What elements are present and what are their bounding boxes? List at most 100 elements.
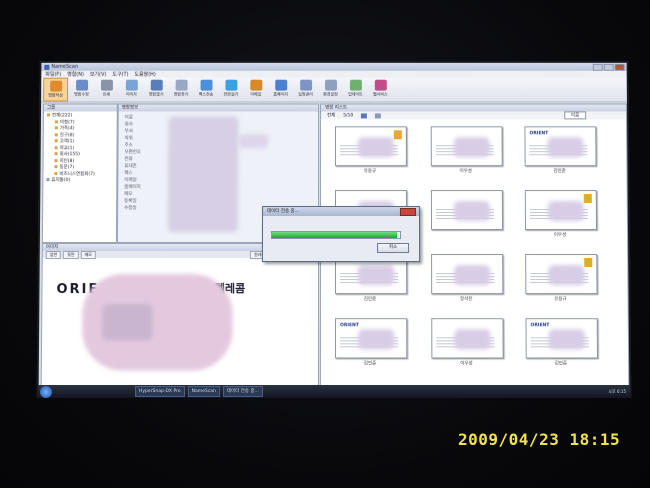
toolbar-button-label: 팩스전송 [198, 91, 214, 97]
image-icon [125, 79, 138, 91]
card-owner-name: 이우성 [460, 361, 473, 367]
card-logo-icon [584, 258, 593, 268]
toolbar-button-label: 명함작성 [48, 92, 63, 98]
toolbar-button[interactable]: 명함수정 [70, 78, 93, 100]
all-cards-button[interactable]: 전체 [327, 112, 335, 118]
toolbar-button[interactable]: 명함찾기 [170, 78, 193, 100]
card-logo-icon [583, 194, 592, 204]
folder-icon [54, 165, 58, 169]
menu-card[interactable]: 명함(N) [67, 71, 84, 78]
cancel-button[interactable]: 취소 [377, 243, 410, 254]
card-brand: ORIENT [340, 323, 359, 329]
email-icon [249, 79, 262, 91]
tab-memo[interactable]: 메모 [80, 250, 96, 259]
redacted-card-text [453, 201, 490, 222]
find-icon [175, 79, 188, 91]
business-card-thumbnail[interactable] [524, 190, 598, 230]
toolbar-button-label: 명함열기 [148, 91, 164, 97]
update-icon [349, 79, 362, 91]
toolbar-button[interactable]: 일정관리 [294, 78, 317, 100]
toolbar-button[interactable]: 팩스전송 [195, 78, 218, 100]
card-owner-name: 장석진 [460, 297, 473, 303]
redacted-card-text [453, 137, 490, 158]
app-icon [44, 64, 50, 70]
toolbar-button-label: 일정관리 [298, 91, 313, 97]
toolbar-button-label: 명함수정 [74, 91, 89, 97]
toolbar-button[interactable]: 이미지 [120, 78, 143, 100]
transfer-progress-bar [270, 230, 402, 239]
minimize-button[interactable] [592, 63, 603, 71]
folder-icon [54, 139, 58, 143]
card-owner-name: 김민준 [554, 361, 568, 367]
card-owner-name: 이우성 [459, 169, 472, 175]
task-transfer[interactable]: 데이터 전송 중... [222, 386, 263, 397]
business-card-thumbnail[interactable] [525, 254, 598, 295]
business-card-thumbnail[interactable] [334, 126, 407, 167]
sort-select[interactable]: 이름 [563, 111, 587, 120]
business-card-thumbnail[interactable]: ORIENT [524, 126, 597, 167]
view-list-icon[interactable] [375, 112, 382, 118]
window-title: NameScan [51, 63, 79, 70]
card-owner-name: 유용규 [554, 297, 567, 303]
toolbar-button[interactable]: 환경설정 [319, 78, 342, 100]
menu-bar: 파일(F) 명함(N) 보기(V) 도구(T) 도움말(H) [41, 70, 627, 78]
start-button[interactable] [40, 385, 52, 398]
maximize-button[interactable] [603, 63, 614, 71]
toolbar-button[interactable]: 명함작성 [43, 77, 69, 102]
redacted-card-text [547, 137, 584, 158]
toolbar-button[interactable]: 명함열기 [145, 78, 168, 100]
toolbar-button[interactable]: 이메일 [244, 78, 267, 100]
card-owner-name: 유용규 [363, 169, 377, 175]
toolbar: 명함작성 명함수정 인쇄 이미지 명함열기 명함찾기 팩스전송 전화걸기 이메일 홈페이지 일정관리… [41, 77, 627, 103]
folder-icon [54, 158, 58, 162]
detail-pane-header: 명함정보 [118, 104, 319, 112]
card-owner-name: 김민준 [363, 361, 377, 367]
window-controls [592, 63, 625, 71]
task-hypersnap[interactable]: HyperSnap-DX Pro [135, 386, 185, 397]
menu-help[interactable]: 도움말(H) [134, 71, 155, 78]
calendar-icon [299, 79, 312, 91]
toolbar-button[interactable]: 업데이트 [344, 78, 367, 100]
tab-back[interactable]: 뒷면 [63, 250, 79, 259]
toolbar-button-label: 업데이트 [348, 91, 363, 97]
web-icon [374, 79, 387, 91]
dialog-close-button[interactable] [399, 208, 416, 217]
redacted-card-image [102, 304, 153, 341]
close-button[interactable] [614, 63, 625, 71]
task-namescan[interactable]: NameScan [187, 386, 220, 397]
image-preview-pane: 이미지 앞면 뒷면 메모 원래크기 화면맞춤 인쇄 ORIE 텔레콤 [40, 243, 319, 388]
redacted-card-text [548, 265, 585, 286]
phone-icon [224, 79, 237, 91]
toolbar-button[interactable]: 홈페이지 [269, 78, 292, 100]
edit-card-icon [75, 79, 88, 91]
redacted-card-text [547, 201, 584, 222]
business-card-thumbnail[interactable] [430, 126, 503, 167]
group-pane-header: 그룹 [43, 104, 117, 112]
toolbar-button[interactable]: 전화걸기 [219, 78, 242, 100]
folder-icon [54, 126, 58, 130]
business-card-thumbnail[interactable]: ORIENT [335, 318, 408, 359]
toolbar-button-label: 이메일 [250, 91, 262, 97]
app-window: NameScan 파일(F) 명함(N) 보기(V) 도구(T) 도움말(H) … [38, 62, 630, 396]
toolbar-button[interactable]: 인쇄 [95, 78, 118, 100]
taskbar: HyperSnap-DX Pro NameScan 데이터 전송 중... 오후… [38, 385, 630, 398]
business-card-thumbnail[interactable] [431, 254, 504, 295]
tree-trash[interactable]: 휴지통(0) [46, 178, 113, 184]
business-card-thumbnail[interactable] [430, 190, 504, 230]
card-owner-name: 김민준 [553, 169, 566, 175]
menu-tools[interactable]: 도구(T) [112, 71, 128, 78]
redacted-card-text [454, 265, 491, 286]
business-card-thumbnail[interactable]: ORIENT [525, 318, 598, 359]
business-card-thumbnail[interactable] [431, 318, 504, 359]
card-owner-name: 김민준 [363, 297, 377, 303]
toolbar-button-label: 명함찾기 [173, 91, 189, 97]
menu-file[interactable]: 파일(F) [45, 71, 61, 78]
view-grid-icon[interactable] [361, 112, 368, 118]
folder-icon [46, 113, 50, 117]
menu-view[interactable]: 보기(V) [90, 71, 107, 78]
toolbar-button-label: 인쇄 [102, 91, 111, 97]
toolbar-button-label: 웹서비스 [372, 91, 388, 97]
new-card-icon [49, 80, 62, 92]
toolbar-button[interactable]: 웹서비스 [369, 78, 392, 100]
tab-front[interactable]: 앞면 [45, 250, 62, 259]
